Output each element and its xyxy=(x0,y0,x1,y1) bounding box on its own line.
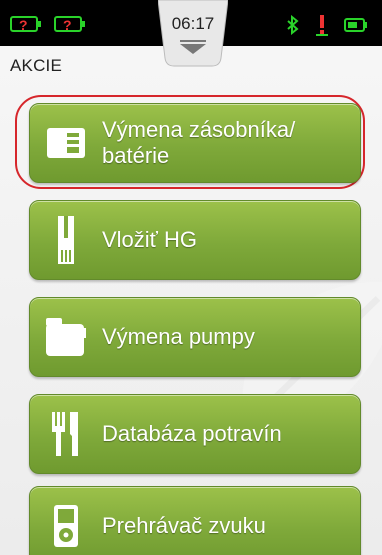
insert-hg-button[interactable]: Vložiť HG xyxy=(29,200,361,280)
battery-icon xyxy=(344,18,367,32)
status-bar: ? ? 06:17 xyxy=(0,0,382,67)
pump-icon xyxy=(30,316,102,358)
bluetooth-icon xyxy=(287,15,299,35)
pulldown-tab-shape xyxy=(158,0,228,67)
test-strip-icon xyxy=(30,214,102,266)
button-label-line2: batérie xyxy=(102,143,170,168)
status-right-icons xyxy=(286,14,368,36)
button-label: Výmena pumpy xyxy=(102,324,255,349)
screen: ? ? 06:17 AKCIE Výmena zásobníka/ batéri… xyxy=(0,0,382,555)
battery-alert-icon: ? xyxy=(54,16,85,33)
button-label-line1: Výmena zásobníka/ xyxy=(102,117,296,142)
alert-icon xyxy=(316,15,328,36)
notification-pulldown-tab[interactable]: 06:17 xyxy=(158,0,228,70)
page-title: AKCIE xyxy=(10,56,63,75)
replace-pump-button[interactable]: Výmena pumpy xyxy=(29,297,361,377)
clock-time: 06:17 xyxy=(171,14,215,33)
button-label: Výmena zásobníka/ batérie xyxy=(102,117,295,169)
replace-cartridge-battery-button[interactable]: Výmena zásobníka/ batérie xyxy=(29,103,361,183)
audio-player-icon xyxy=(30,503,102,549)
battery-alert-icon: ? xyxy=(10,16,41,33)
button-label: Prehrávač zvuku xyxy=(102,513,266,538)
audio-player-button[interactable]: Prehrávač zvuku xyxy=(29,486,361,555)
food-database-button[interactable]: Databáza potravín xyxy=(29,394,361,474)
svg-text:?: ? xyxy=(63,17,72,33)
cartridge-battery-icon xyxy=(30,126,102,160)
status-left-icons: ? ? xyxy=(10,14,88,34)
svg-text:?: ? xyxy=(19,17,28,33)
button-label: Vložiť HG xyxy=(102,227,198,252)
button-label: Databáza potravín xyxy=(102,421,282,446)
fork-knife-icon xyxy=(30,410,102,458)
